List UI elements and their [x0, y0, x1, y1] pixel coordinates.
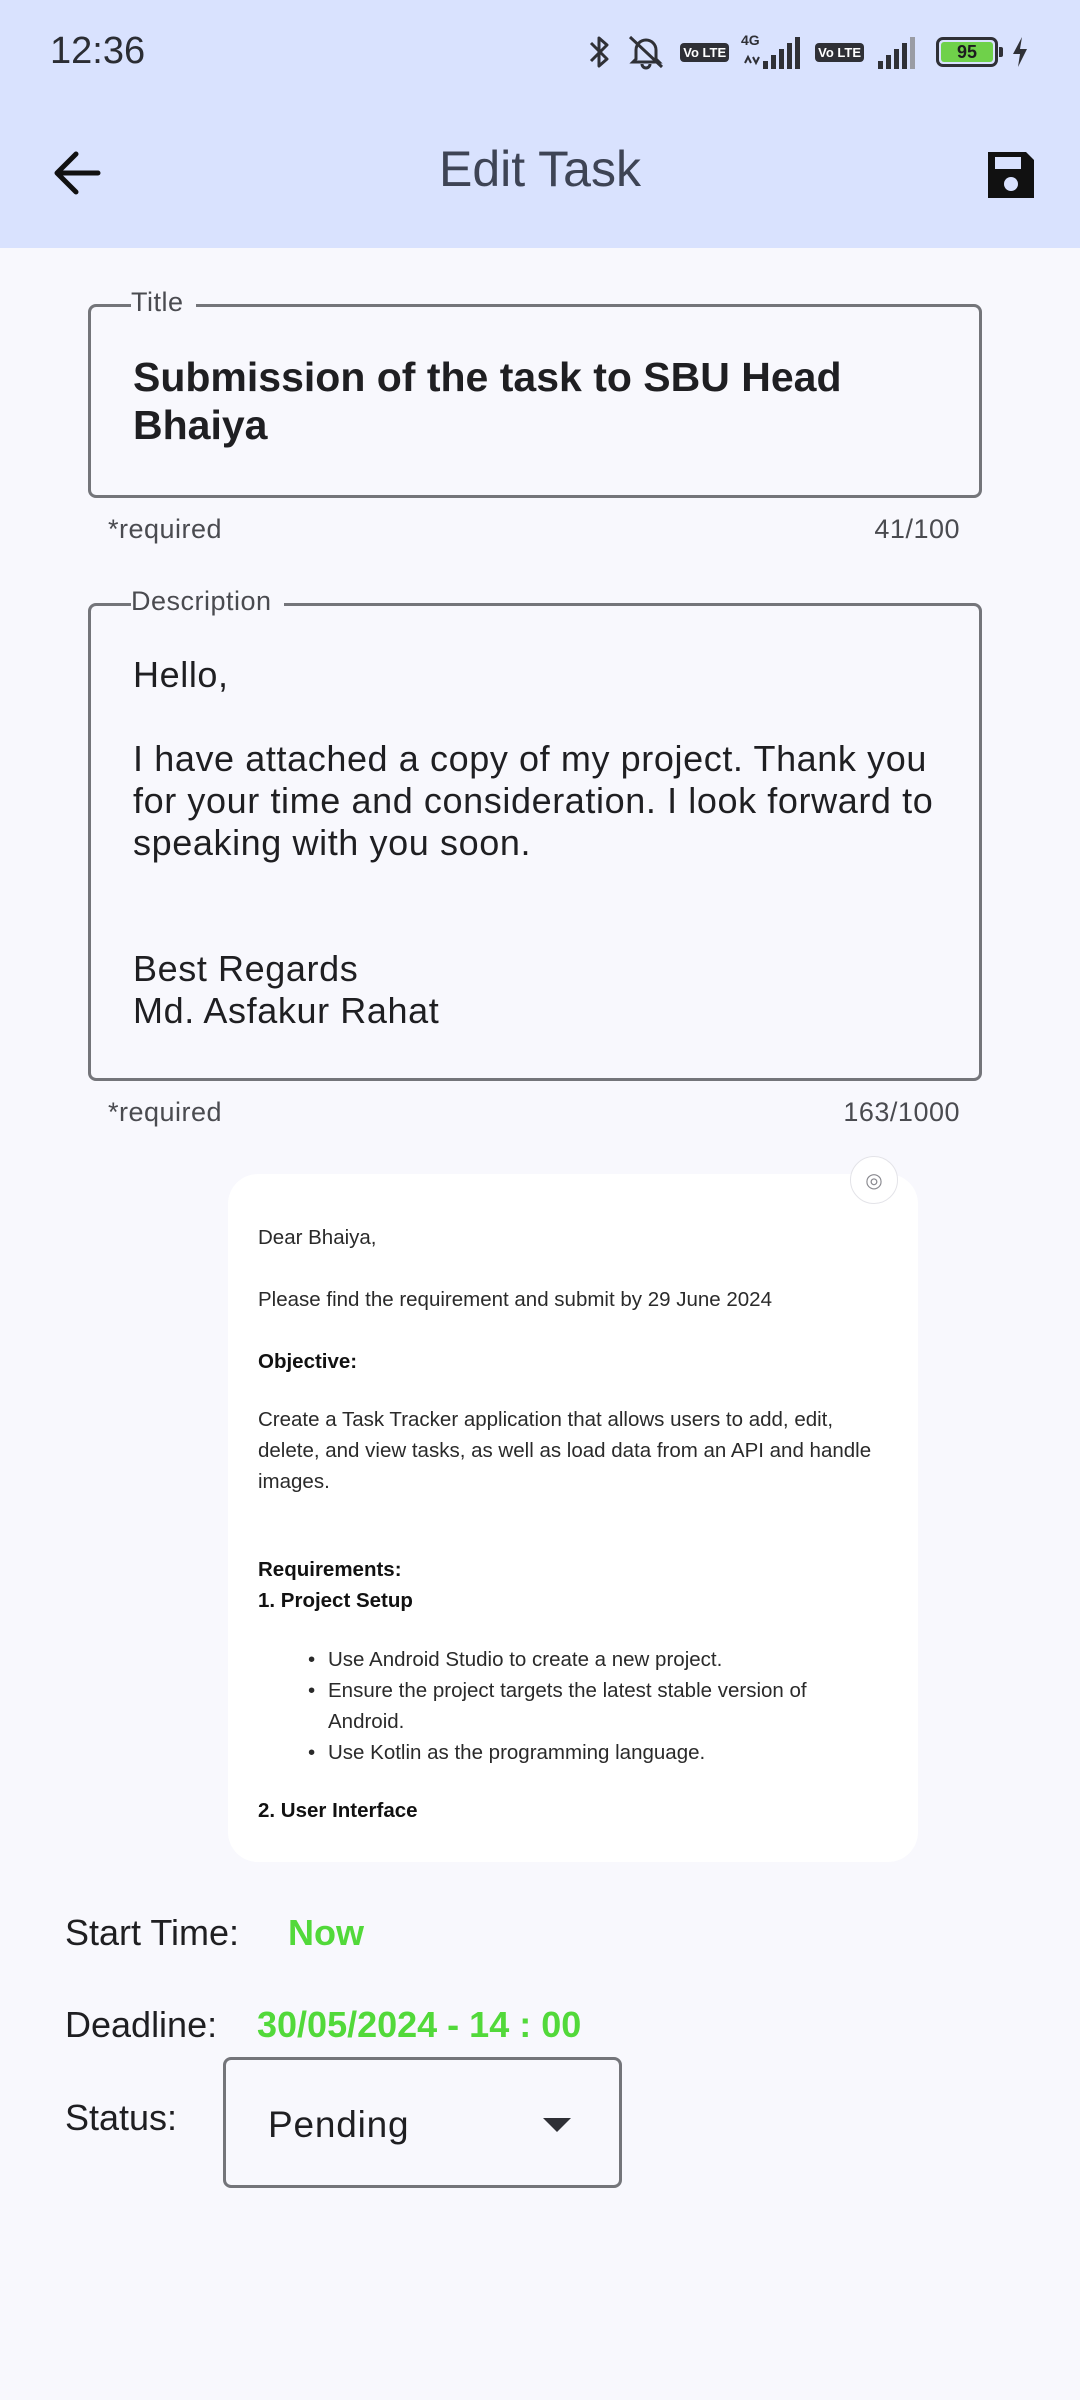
- doc-objective-text: Create a Task Tracker application that a…: [258, 1408, 872, 1493]
- title-field[interactable]: Title Submission of the task to SBU Head…: [88, 287, 982, 498]
- doc-list-item: Use Android Studio to create a new proje…: [308, 1644, 878, 1675]
- description-input[interactable]: Hello, I have attached a copy of my proj…: [133, 654, 939, 1032]
- charging-icon: [1010, 35, 1030, 69]
- attachment-preview[interactable]: ◎ Dear Bhaiya, Please find the requireme…: [228, 1156, 918, 1862]
- dropdown-arrow-icon: [543, 2118, 571, 2132]
- doc-instruction: Please find the requirement and submit b…: [258, 1288, 772, 1311]
- save-icon: [988, 152, 1034, 198]
- title-required-hint: *required: [108, 514, 223, 544]
- doc-objective-heading: Objective:: [258, 1350, 358, 1373]
- title-input[interactable]: Submission of the task to SBU Head Bhaiy…: [133, 353, 939, 449]
- bluetooth-icon: [588, 33, 612, 71]
- doc-requirements-heading: Requirements:: [258, 1558, 402, 1581]
- deadline-value[interactable]: 30/05/2024 - 14 : 00: [257, 2004, 581, 2046]
- close-icon: ◎: [865, 1169, 883, 1192]
- remove-attachment-button[interactable]: ◎: [850, 1156, 898, 1204]
- description-field-label: Description: [131, 586, 284, 617]
- description-required-hint: *required: [108, 1097, 223, 1127]
- start-time-value[interactable]: Now: [288, 1912, 364, 1954]
- status-icons: Vo LTE 4G Vo LTE 95: [588, 28, 1030, 76]
- doc-list-item: Use Kotlin as the programming language.: [308, 1737, 878, 1768]
- status-dropdown[interactable]: Pending: [223, 2057, 622, 2188]
- save-button[interactable]: [978, 142, 1044, 208]
- doc-greeting: Dear Bhaiya,: [258, 1226, 377, 1249]
- status-time: 12:36: [50, 30, 146, 72]
- description-char-counter: 163/1000: [843, 1097, 960, 1127]
- description-field[interactable]: Description Hello, I have attached a cop…: [88, 586, 982, 1081]
- start-time-label: Start Time:: [65, 1912, 240, 1953]
- title-field-label: Title: [131, 287, 196, 318]
- doc-list-item: Ensure the project targets the latest st…: [308, 1675, 878, 1737]
- app-bar: Edit Task: [0, 104, 1080, 248]
- doc-section1-heading: 1. Project Setup: [258, 1589, 413, 1612]
- page-title: Edit Task: [439, 141, 641, 197]
- mute-icon: [624, 33, 668, 71]
- battery-level: 95: [941, 42, 993, 62]
- status-label: Status:: [65, 2097, 178, 2138]
- title-char-counter: 41/100: [874, 514, 960, 544]
- doc-section2-heading: 2. User Interface: [258, 1799, 418, 1822]
- volte-icon-2: Vo LTE: [815, 42, 864, 62]
- status-bar: 12:36 Vo LTE 4G Vo LTE 95: [0, 0, 1080, 104]
- status-selected-value: Pending: [268, 2104, 410, 2145]
- volte-icon: Vo LTE: [680, 42, 730, 62]
- signal-icon-2: [876, 33, 924, 71]
- battery-icon: 95: [936, 37, 1003, 67]
- deadline-label: Deadline:: [65, 2004, 218, 2045]
- svg-text:4G: 4G: [741, 33, 760, 48]
- signal-icon: 4G: [741, 33, 803, 71]
- doc-section1-list: Use Android Studio to create a new proje…: [258, 1644, 878, 1768]
- attachment-document: Dear Bhaiya, Please find the requirement…: [258, 1222, 878, 1826]
